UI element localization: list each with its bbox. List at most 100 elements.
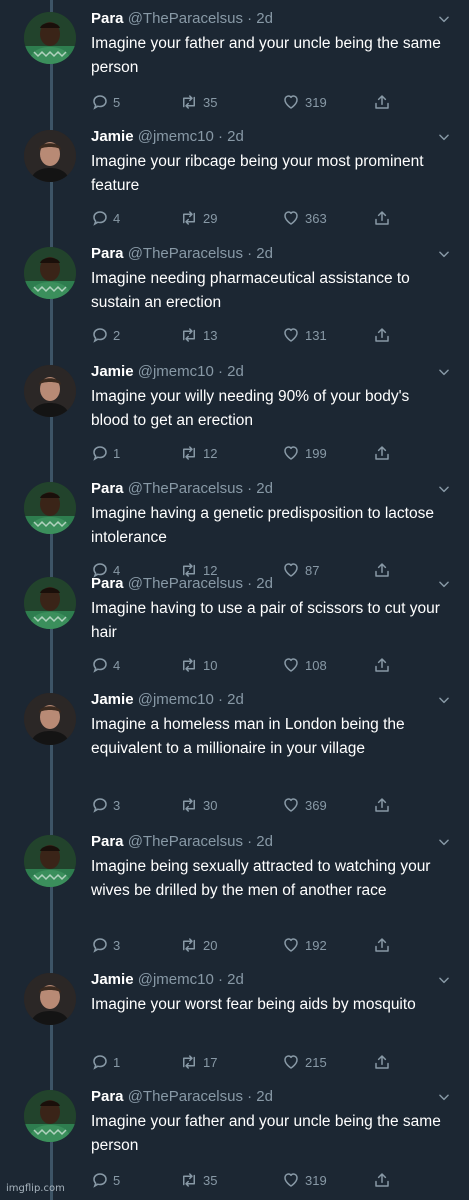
tweet[interactable]: Jamie @jmemc10 · 2d Imagine your ribcage… xyxy=(0,128,469,230)
display-name[interactable]: Para xyxy=(91,1088,124,1105)
display-name[interactable]: Jamie xyxy=(91,128,134,145)
like-button[interactable]: 363 xyxy=(281,208,327,228)
like-button[interactable]: 192 xyxy=(281,935,327,955)
like-count: 199 xyxy=(305,445,327,461)
chevron-down-icon[interactable] xyxy=(437,247,451,261)
share-button[interactable] xyxy=(373,1170,391,1190)
retweet-button[interactable]: 12 xyxy=(179,443,217,463)
reply-button[interactable]: 5 xyxy=(91,1170,120,1190)
display-name[interactable]: Para xyxy=(91,10,124,27)
handle-and-time[interactable]: @jmemc10 · 2d xyxy=(138,363,244,380)
avatar[interactable] xyxy=(24,973,76,1025)
chevron-down-icon[interactable] xyxy=(437,835,451,849)
display-name[interactable]: Para xyxy=(91,575,124,592)
handle-and-time[interactable]: @jmemc10 · 2d xyxy=(138,691,244,708)
retweet-button[interactable]: 30 xyxy=(179,795,217,815)
tweet[interactable]: Para @TheParacelsus · 2d Imagine being s… xyxy=(0,833,469,957)
reply-button[interactable]: 2 xyxy=(91,325,120,345)
share-button[interactable] xyxy=(373,655,391,675)
tweet-text: Imagine having a genetic predisposition … xyxy=(91,505,434,546)
retweet-count: 20 xyxy=(203,937,218,953)
share-button[interactable] xyxy=(373,325,391,345)
chevron-down-icon[interactable] xyxy=(437,130,451,144)
display-name[interactable]: Jamie xyxy=(91,971,134,988)
reply-button[interactable]: 3 xyxy=(91,935,120,955)
avatar[interactable] xyxy=(24,835,76,887)
share-icon xyxy=(373,656,391,674)
chevron-down-icon[interactable] xyxy=(437,12,451,26)
avatar[interactable] xyxy=(24,12,76,64)
like-button[interactable]: 319 xyxy=(281,1170,327,1190)
chevron-down-icon[interactable] xyxy=(437,577,451,591)
chevron-down-icon[interactable] xyxy=(437,365,451,379)
like-button[interactable]: 319 xyxy=(281,92,327,112)
retweet-button[interactable]: 35 xyxy=(179,92,217,112)
reply-button[interactable]: 4 xyxy=(91,655,120,675)
retweet-count: 12 xyxy=(203,445,218,461)
retweet-count: 10 xyxy=(203,657,218,673)
heart-icon xyxy=(281,796,301,814)
tweet[interactable]: Jamie @jmemc10 · 2d Imagine your worst f… xyxy=(0,971,469,1074)
share-button[interactable] xyxy=(373,1052,391,1072)
share-button[interactable] xyxy=(373,443,391,463)
chevron-down-icon[interactable] xyxy=(437,482,451,496)
display-name[interactable]: Jamie xyxy=(91,691,134,708)
display-name[interactable]: Jamie xyxy=(91,363,134,380)
chevron-down-icon[interactable] xyxy=(437,1090,451,1104)
tweet[interactable]: Para @TheParacelsus · 2d Imagine having … xyxy=(0,480,469,582)
tweet[interactable]: Para @TheParacelsus · 2d Imagine your fa… xyxy=(0,10,469,114)
reply-icon xyxy=(91,444,109,462)
avatar[interactable] xyxy=(24,693,76,745)
handle-and-time[interactable]: @TheParacelsus · 2d xyxy=(128,833,273,850)
retweet-button[interactable]: 13 xyxy=(179,325,217,345)
like-button[interactable]: 131 xyxy=(281,325,327,345)
handle-and-time[interactable]: @jmemc10 · 2d xyxy=(138,128,244,145)
tweet[interactable]: Para @TheParacelsus · 2d Imagine having … xyxy=(0,575,469,677)
like-button[interactable]: 215 xyxy=(281,1052,327,1072)
handle-and-time[interactable]: @jmemc10 · 2d xyxy=(138,971,244,988)
reply-button[interactable]: 5 xyxy=(91,92,120,112)
chevron-down-icon[interactable] xyxy=(437,973,451,987)
share-button[interactable] xyxy=(373,208,391,228)
like-button[interactable]: 108 xyxy=(281,655,327,675)
avatar[interactable] xyxy=(24,365,76,417)
reply-button[interactable]: 1 xyxy=(91,1052,120,1072)
retweet-button[interactable]: 20 xyxy=(179,935,217,955)
avatar[interactable] xyxy=(24,482,76,534)
handle-and-time[interactable]: @TheParacelsus · 2d xyxy=(128,480,273,497)
retweet-icon xyxy=(179,656,199,674)
reply-button[interactable]: 4 xyxy=(91,208,120,228)
retweet-button[interactable]: 35 xyxy=(179,1170,217,1190)
chevron-down-icon[interactable] xyxy=(437,693,451,707)
avatar[interactable] xyxy=(24,1090,76,1142)
avatar[interactable] xyxy=(24,247,76,299)
tweet[interactable]: Para @TheParacelsus · 2d Imagine your fa… xyxy=(0,1088,469,1192)
reply-count: 1 xyxy=(113,445,121,461)
handle-and-time[interactable]: @TheParacelsus · 2d xyxy=(128,10,273,27)
share-button[interactable] xyxy=(373,92,391,112)
like-button[interactable]: 199 xyxy=(281,443,327,463)
display-name[interactable]: Para xyxy=(91,833,124,850)
tweet[interactable]: Para @TheParacelsus · 2d Imagine needing… xyxy=(0,245,469,347)
display-name[interactable]: Para xyxy=(91,245,124,262)
display-name[interactable]: Para xyxy=(91,480,124,497)
avatar[interactable] xyxy=(24,577,76,629)
tweet-header: Jamie @jmemc10 · 2d xyxy=(91,691,244,708)
tweet-header: Para @TheParacelsus · 2d xyxy=(91,833,273,850)
tweet[interactable]: Jamie @jmemc10 · 2d Imagine your willy n… xyxy=(0,363,469,465)
handle-and-time[interactable]: @TheParacelsus · 2d xyxy=(128,1088,273,1105)
share-button[interactable] xyxy=(373,795,391,815)
retweet-count: 35 xyxy=(203,94,218,110)
reply-button[interactable]: 1 xyxy=(91,443,120,463)
retweet-button[interactable]: 10 xyxy=(179,655,217,675)
retweet-button[interactable]: 29 xyxy=(179,208,217,228)
reply-button[interactable]: 3 xyxy=(91,795,120,815)
retweet-button[interactable]: 17 xyxy=(179,1052,217,1072)
handle-and-time[interactable]: @TheParacelsus · 2d xyxy=(128,245,273,262)
share-button[interactable] xyxy=(373,935,391,955)
tweet[interactable]: Jamie @jmemc10 · 2d Imagine a homeless m… xyxy=(0,691,469,817)
avatar[interactable] xyxy=(24,130,76,182)
handle-and-time[interactable]: @TheParacelsus · 2d xyxy=(128,575,273,592)
like-button[interactable]: 369 xyxy=(281,795,327,815)
retweet-count: 35 xyxy=(203,1172,218,1188)
